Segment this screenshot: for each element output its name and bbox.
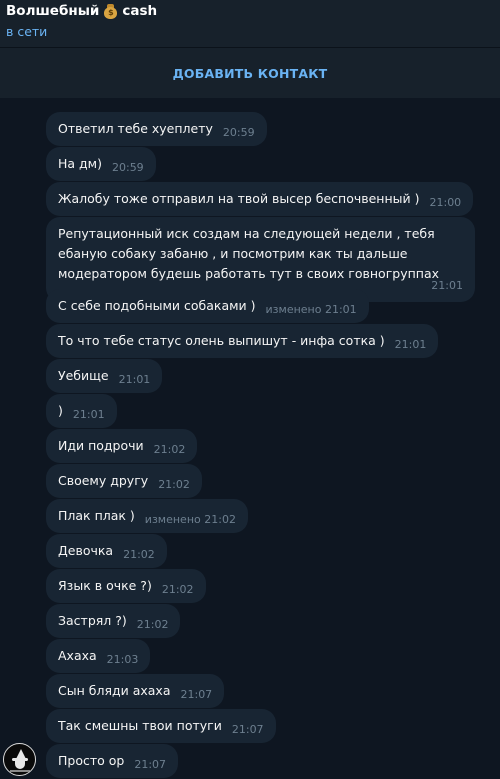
message-bubble[interactable]: Так смешны твои потуги 21:07 (46, 709, 276, 743)
message-time: 21:01 (72, 408, 105, 421)
message-text: На дм) (58, 156, 102, 171)
message-time: изменено 21:01 (265, 303, 357, 316)
message-time: 20:59 (111, 161, 144, 174)
message-time: 21:07 (134, 758, 167, 771)
message-text: Сын бляди ахаха (58, 683, 171, 698)
message-text: Репутационный иск создам на следующей не… (58, 226, 440, 281)
message-text: Просто ор (58, 753, 125, 768)
message-bubble[interactable]: Ответил тебе хуеплету 20:59 (46, 112, 267, 146)
message-bubble[interactable]: То что тебе статус олень выпишут - инфа … (46, 324, 439, 358)
add-contact-bar[interactable]: ДОБАВИТЬ КОНТАКТ (0, 47, 500, 98)
message-bubble[interactable]: Ахаха 21:03 (46, 639, 151, 673)
add-contact-button[interactable]: ДОБАВИТЬ КОНТАКТ (173, 66, 328, 81)
message-text: Ахаха (58, 648, 97, 663)
message-bubble[interactable]: Сын бляди ахаха 21:07 (46, 674, 225, 708)
message-text: Жалобу тоже отправил на твой высер беспо… (58, 191, 420, 206)
message-text: Так смешны твои потуги (58, 718, 222, 733)
message-text: То что тебе статус олень выпишут - инфа … (58, 333, 385, 348)
message-bubble[interactable]: ) 21:01 (46, 394, 117, 428)
message-time: 21:07 (231, 723, 264, 736)
message-time: 21:01 (118, 373, 151, 386)
message-bubble[interactable]: Застрял ?) 21:02 (46, 604, 181, 638)
message-bubble[interactable]: Уебище 21:01 (46, 359, 163, 393)
message-bubble[interactable]: Своему другу 21:02 (46, 464, 202, 498)
message-time: 20:59 (222, 126, 255, 139)
online-status: в сети (6, 24, 48, 39)
message-time: 21:00 (429, 196, 462, 209)
message-time: 21:07 (180, 688, 213, 701)
message-text: ) (58, 403, 63, 418)
message-bubble[interactable]: Язык в очке ?) 21:02 (46, 569, 206, 603)
message-text: С себе подобными собаками ) (58, 298, 256, 313)
message-text: Своему другу (58, 473, 149, 488)
message-text: Ответил тебе хуеплету (58, 121, 213, 136)
avatar[interactable] (3, 743, 36, 776)
message-time: 21:01 (394, 338, 427, 351)
message-time: 21:02 (153, 443, 186, 456)
message-time: 21:02 (123, 548, 155, 561)
message-time: изменено 21:02 (144, 513, 236, 526)
message-time: 21:03 (106, 653, 139, 666)
message-bubble[interactable]: Девочка 21:02 (46, 534, 167, 568)
chat-header[interactable]: Волшебный $ cash в сети (0, 0, 500, 47)
message-text: Иди подрочи (58, 438, 144, 453)
message-time: 21:02 (136, 618, 169, 631)
message-bubble[interactable]: Просто ор 21:07 (46, 744, 179, 778)
chat-title-suffix: cash (122, 3, 158, 19)
message-text: Плак плак ) (58, 508, 135, 523)
message-time: 21:02 (158, 478, 190, 491)
message-text: Язык в очке ?) (58, 578, 152, 593)
message-time: 21:02 (161, 583, 194, 596)
message-text: Застрял ?) (58, 613, 127, 628)
message-text: Девочка (58, 543, 114, 558)
message-bubble[interactable]: Жалобу тоже отправил на твой высер беспо… (46, 182, 474, 216)
chat-title-name: Волшебный (6, 3, 100, 19)
chat-title[interactable]: Волшебный $ cash (6, 3, 157, 19)
message-bubble[interactable]: С себе подобными собаками ) изменено 21:0… (46, 289, 369, 323)
message-text: Уебище (58, 368, 109, 383)
message-bubble[interactable]: Иди подрочи 21:02 (46, 429, 198, 463)
message-bubble[interactable]: На дм) 20:59 (46, 147, 156, 181)
moneybag-icon: $ (103, 3, 118, 19)
message-list[interactable]: Ответил тебе хуеплету 20:59 На дм) 20:59 Ж… (0, 97, 500, 779)
message-bubble[interactable]: Плак плак ) изменено 21:02 (46, 499, 248, 533)
